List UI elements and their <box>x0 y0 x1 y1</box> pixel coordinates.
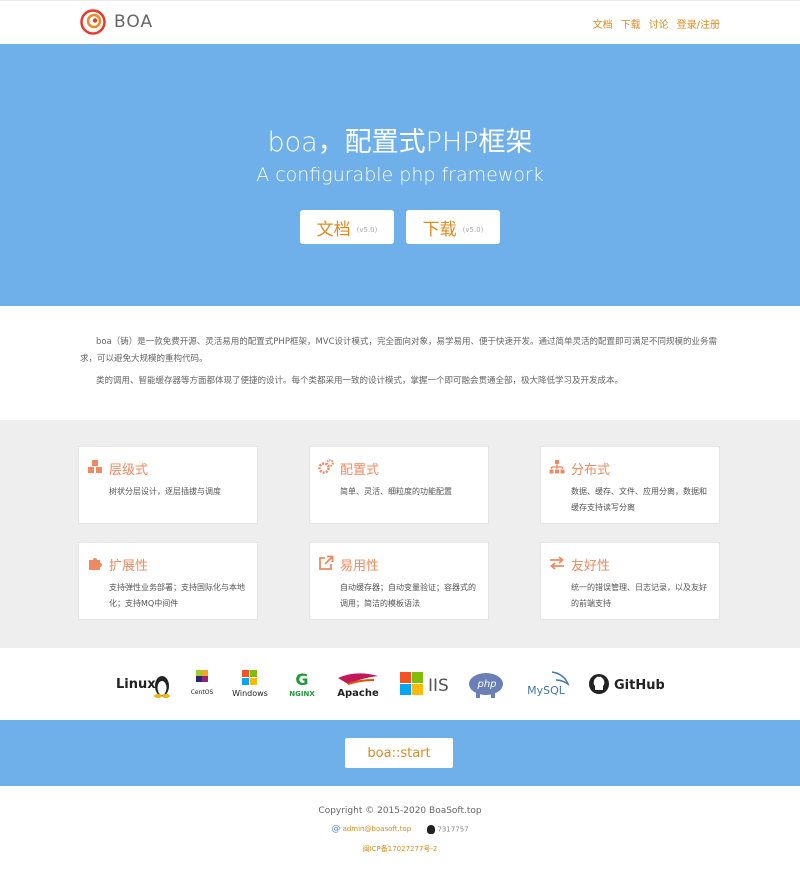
start-button[interactable]: boa::start <box>345 738 453 768</box>
gears-icon <box>318 459 334 474</box>
linux-logo-text: Linux <box>116 677 156 692</box>
php-logo-mark: php <box>469 673 503 698</box>
feature-desc: 自动缓存器；自动变量验证；容器式的调用；简洁的模板语法 <box>340 583 476 608</box>
centos-logo: CentOS <box>188 668 216 700</box>
nginx-logo-text: NGINX <box>289 690 315 698</box>
docs-button-label: 文档 <box>316 219 351 240</box>
top-nav: 文档 下载 讨论 登录/注册 <box>593 16 720 31</box>
feature-title: 友好性 <box>571 559 611 574</box>
tech-logos: Linux CentOS Windows G NGINX Apache IIS … <box>0 648 800 720</box>
boa-logo-icon <box>80 9 106 35</box>
feature-card-layered: 层级式 树状分层设计，逐层插拔与调度 <box>78 446 258 524</box>
github-logo-mark: GitHub <box>589 674 664 694</box>
feature-title: 分布式 <box>571 463 611 478</box>
puzzle-icon <box>89 558 102 570</box>
feature-card-extensible: 扩展性 支持弹性业务部署；支持国际化与本地化；支持MQ中间件 <box>78 542 258 620</box>
feature-desc: 树状分层设计，逐层插拔与调度 <box>109 487 221 496</box>
php-logo-text: php <box>476 679 496 690</box>
nav-download[interactable]: 下载 <box>621 16 641 31</box>
qq-contact[interactable]: 7317757 <box>427 824 469 834</box>
intro-paragraph-1: boa（铸）是一款免费开源、灵活易用的配置式PHP框架，MVC设计模式，完全面向… <box>80 337 718 364</box>
sitemap-icon <box>549 460 565 474</box>
feature-card-distributed: 分布式 数据、缓存、文件、应用分离，数据和缓存支持读写分离 <box>540 446 720 524</box>
windows-logo-text: Windows <box>232 689 268 698</box>
exchange-icon <box>550 556 564 570</box>
brand-name: BOA <box>114 12 154 32</box>
qq-penguin-icon <box>427 824 436 834</box>
features-section: 层级式 树状分层设计，逐层插拔与调度 配置式 简单、灵活、细粒度的功能配置 分布… <box>0 420 800 648</box>
icp-license-link[interactable]: 闽ICP备17027277号-2 <box>0 844 800 854</box>
nginx-logo-mark: G NGINX <box>289 670 315 698</box>
iis-logo: IIS <box>398 668 452 700</box>
feature-title: 层级式 <box>109 463 149 478</box>
feature-desc: 统一的错误管理、日志记录，以及友好的前端支持 <box>571 583 707 608</box>
feature-card-usability: 易用性 自动缓存器；自动变量验证；容器式的调用；简洁的模板语法 <box>309 542 489 620</box>
hero-banner: boa，配置式PHP框架 A configurable php framewor… <box>0 44 800 306</box>
top-header: BOA 文档 下载 讨论 登录/注册 <box>0 0 800 44</box>
cubes-icon <box>88 460 102 473</box>
nav-discuss[interactable]: 讨论 <box>649 16 669 31</box>
brand-logo[interactable]: BOA <box>80 9 153 35</box>
external-link-icon <box>319 555 334 570</box>
qq-number: 7317757 <box>437 825 469 833</box>
nginx-logo: G NGINX <box>284 668 320 700</box>
iis-logo-text: IIS <box>428 676 449 696</box>
nav-docs[interactable]: 文档 <box>593 16 613 31</box>
contact-info: @ admin@boasoft.top 7317757 <box>0 824 800 834</box>
feature-title: 扩展性 <box>109 559 149 574</box>
svg-text:G: G <box>295 670 308 689</box>
linux-logo-mark: Linux <box>116 676 170 698</box>
github-logo: GitHub <box>588 668 664 700</box>
centos-logo-mark: CentOS <box>191 670 214 696</box>
centos-logo-text: CentOS <box>191 689 214 696</box>
feature-card-friendly: 友好性 统一的错误管理、日志记录，以及友好的前端支持 <box>540 542 720 620</box>
apache-logo: Apache <box>334 668 382 700</box>
hero-subtitle: A configurable php framework <box>256 164 544 186</box>
hero-title: boa，配置式PHP框架 <box>267 127 533 158</box>
windows-logo-mark: Windows <box>232 670 268 698</box>
feature-card-configurable: 配置式 简单、灵活、细粒度的功能配置 <box>309 446 489 524</box>
download-button-label: 下载 <box>422 219 457 240</box>
windows-logo: Windows <box>230 668 270 700</box>
intro-paragraph-2: 类的调用、智能缓存器等方面都体现了便捷的设计。每个类都采用一致的设计模式，掌握一… <box>96 376 624 386</box>
linux-logo: Linux <box>114 668 174 700</box>
iis-logo-mark: IIS <box>400 672 449 696</box>
at-icon: @ <box>331 824 341 834</box>
mysql-logo: MySQL <box>522 668 572 700</box>
download-button-version: (v5.0) <box>462 226 484 234</box>
feature-desc: 简单、灵活、细粒度的功能配置 <box>340 487 452 496</box>
feature-desc: 数据、缓存、文件、应用分离，数据和缓存支持读写分离 <box>571 487 707 512</box>
nav-login-register[interactable]: 登录/注册 <box>677 16 720 31</box>
php-logo: php <box>466 668 506 700</box>
copyright: Copyright © 2015-2020 BoaSoft.top <box>318 806 482 816</box>
feature-title: 配置式 <box>340 463 380 478</box>
feature-desc: 支持弹性业务部署；支持国际化与本地化；支持MQ中间件 <box>109 583 245 608</box>
docs-button[interactable]: 文档 (v5.0) <box>300 210 394 244</box>
feature-title: 易用性 <box>340 559 380 574</box>
docs-button-version: (v5.0) <box>356 226 378 234</box>
github-logo-text: GitHub <box>614 678 664 693</box>
mysql-logo-mark: MySQL <box>527 671 570 697</box>
download-button[interactable]: 下载 (v5.0) <box>406 210 500 244</box>
email-contact[interactable]: @ admin@boasoft.top <box>331 824 411 834</box>
apache-logo-text: Apache <box>337 688 379 699</box>
footer: Copyright © 2015-2020 BoaSoft.top @ admi… <box>0 786 800 872</box>
mysql-logo-text: MySQL <box>527 684 566 697</box>
apache-logo-mark: Apache <box>337 673 379 699</box>
intro-section: boa（铸）是一款免费开源、灵活易用的配置式PHP框架，MVC设计模式，完全面向… <box>0 306 800 420</box>
email-address: admin@boasoft.top <box>342 825 412 833</box>
start-section: boa::start <box>0 720 800 786</box>
